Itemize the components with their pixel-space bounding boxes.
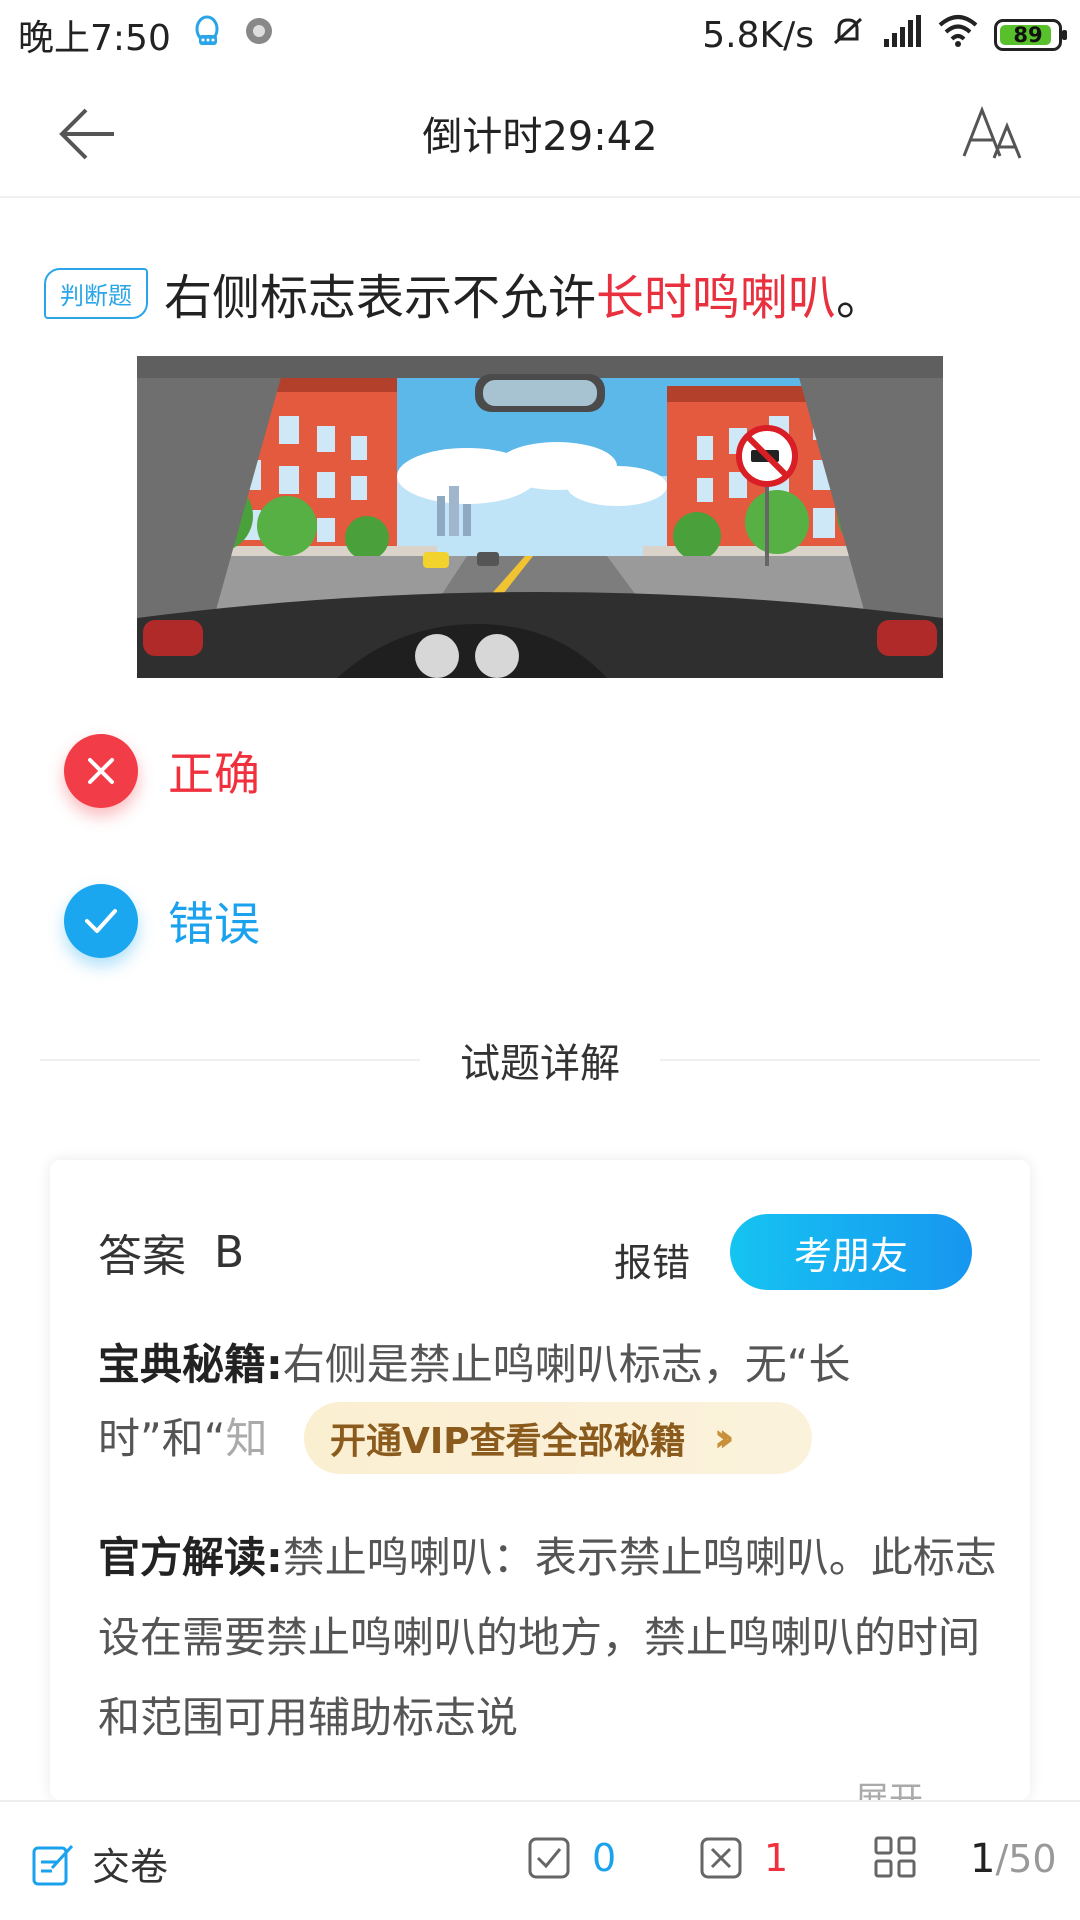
- official-label: 官方解读:: [98, 1533, 283, 1582]
- grid-icon: [874, 1836, 916, 1878]
- submit-exam-button[interactable]: 交卷: [30, 1836, 168, 1891]
- status-time: 晚上7:50: [18, 18, 171, 59]
- correct-count-value: 0: [592, 1836, 617, 1880]
- checkbox-x-icon: [700, 1837, 742, 1879]
- report-error-button[interactable]: 报错: [614, 1232, 690, 1287]
- explanation-divider: 试题详解: [40, 1035, 1040, 1087]
- record-icon: [243, 15, 275, 56]
- countdown-title: 倒计时29:42: [422, 114, 658, 160]
- option-label: 错误: [168, 897, 260, 951]
- answer-value: B: [214, 1226, 245, 1278]
- font-size-icon: [962, 105, 1022, 159]
- page-current: 1: [970, 1836, 996, 1882]
- edit-note-icon: [32, 1844, 74, 1885]
- open-vip-button[interactable]: 开通VIP查看全部秘籍 ››: [304, 1402, 812, 1474]
- question-image: [137, 356, 943, 678]
- option-incorrect-statement[interactable]: 错误: [64, 884, 260, 958]
- question-type-tag: 判断题: [44, 267, 148, 319]
- question-stem: 判断题 右侧标志表示不允许长时鸣喇叭。: [44, 258, 1044, 328]
- official-interpretation: 官方解读:禁止鸣喇叭：表示禁止鸣喇叭。此标志设在需要禁止鸣喇叭的地方，禁止鸣喇叭…: [98, 1518, 998, 1758]
- explanation-section-title: 试题详解: [460, 1041, 620, 1087]
- question-text-after: 。: [836, 270, 885, 326]
- question-text-highlight: 长时鸣喇叭: [596, 270, 837, 326]
- divider-line: [660, 1059, 1040, 1061]
- wrong-count-value: 1: [764, 1836, 789, 1880]
- font-size-button[interactable]: [960, 104, 1024, 164]
- secret-label: 宝典秘籍:: [98, 1340, 283, 1389]
- qq-notification-icon: [189, 13, 225, 58]
- submit-exam-label: 交卷: [92, 1845, 169, 1889]
- explanation-card: 答案 B 报错 考朋友 宝典秘籍:右侧是禁止鸣喇叭标志，无“长时”和“知 开通V…: [50, 1160, 1030, 1800]
- top-nav-bar: 倒计时29:42: [0, 70, 1080, 198]
- network-speed: 5.8K/s: [702, 14, 814, 56]
- bottom-toolbar: 交卷 0 1 1/50: [0, 1800, 1080, 1920]
- checkbox-check-icon: [528, 1837, 570, 1879]
- answer-sheet-button[interactable]: [874, 1836, 916, 1878]
- signal-icon: [882, 13, 922, 58]
- mute-bell-icon: [830, 13, 866, 58]
- answer-row: 答案 B: [98, 1220, 244, 1284]
- back-button[interactable]: [58, 106, 118, 162]
- correct-count[interactable]: 0: [528, 1836, 616, 1880]
- divider-line: [40, 1059, 420, 1061]
- double-chevron-right-icon: ››: [713, 1415, 735, 1461]
- option-correct-statement[interactable]: 正确: [64, 734, 260, 808]
- question-text: 右侧标志表示不允许长时鸣喇叭。: [164, 258, 884, 328]
- wifi-icon: [938, 13, 978, 58]
- question-text-before: 右侧标志表示不允许: [164, 270, 597, 326]
- battery-level: 89: [1013, 23, 1043, 47]
- ask-friend-button[interactable]: 考朋友: [730, 1214, 972, 1290]
- secret-text-faded: 知: [225, 1414, 268, 1463]
- option-label: 正确: [168, 747, 260, 801]
- wrong-mark-icon: [64, 734, 138, 808]
- expand-button[interactable]: 展开: [855, 1772, 923, 1800]
- page-total: /50: [995, 1837, 1057, 1881]
- vip-button-label: 开通VIP查看全部秘籍: [330, 1421, 686, 1462]
- check-mark-icon: [64, 884, 138, 958]
- arrow-left-icon: [59, 108, 114, 160]
- status-bar: 晚上7:50 5.8K/s 89: [0, 0, 1080, 70]
- answer-label: 答案: [98, 1231, 186, 1282]
- page-indicator: 1/50: [970, 1836, 1057, 1882]
- battery-icon: 89: [994, 19, 1067, 51]
- wrong-count[interactable]: 1: [700, 1836, 788, 1880]
